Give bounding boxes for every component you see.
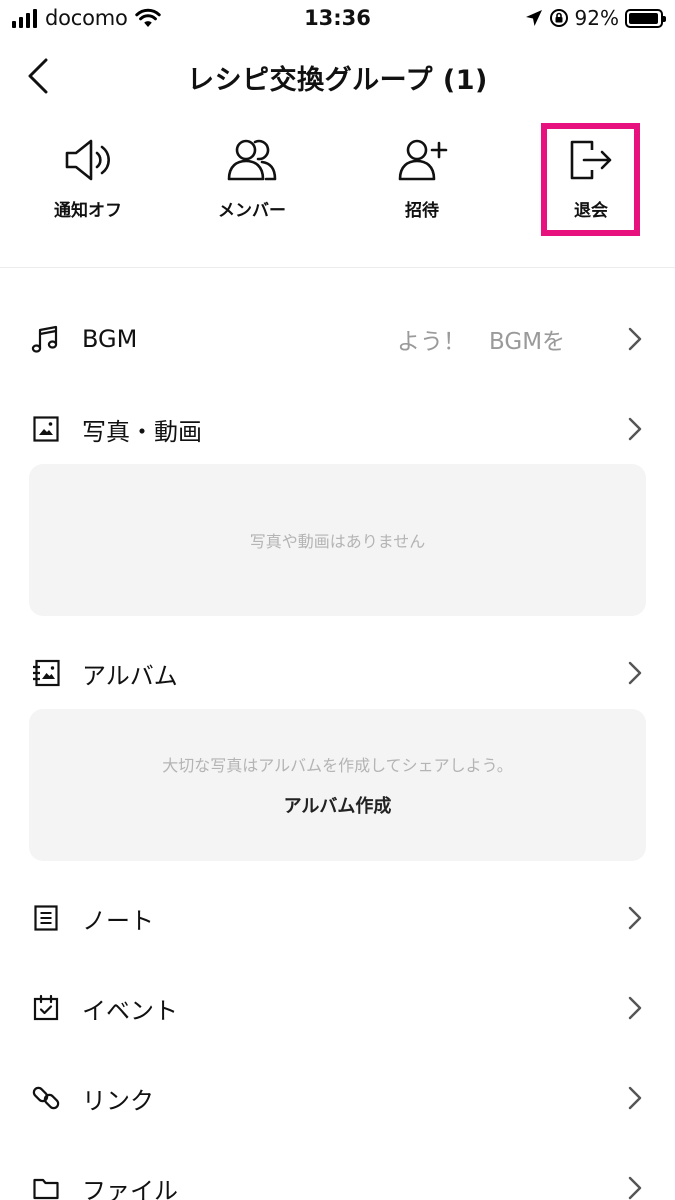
notification-off-label: 通知オフ [54,201,122,221]
menu-item-links[interactable]: リンク [0,1063,675,1133]
header: レシピ交換グループ (1) [0,40,675,112]
events-label: イベント [82,996,178,1025]
bgm-value: よう！ BGMを [397,329,566,355]
music-note-icon [30,323,62,355]
notes-label: ノート [82,906,154,935]
status-bar: docomo 13:36 92% [0,0,675,38]
location-arrow-icon [525,10,542,26]
links-label: リンク [82,1086,154,1115]
invite-button[interactable]: 招待 [337,122,507,240]
create-album-button[interactable]: アルバム作成 [284,792,392,818]
photo-icon [30,413,62,445]
menu-item-files[interactable]: ファイル [0,1153,675,1200]
leave-label: 退会 [574,201,608,221]
menu-item-photos[interactable]: 写真・動画 [0,394,675,464]
folder-icon [30,1172,62,1200]
menu-item-bgm[interactable]: BGM よう！ BGMを [0,304,675,374]
album-label: アルバム [82,661,178,690]
chevron-right-icon [625,325,645,353]
menu-item-events[interactable]: イベント [0,973,675,1043]
chevron-right-icon [625,415,645,443]
photos-label: 写真・動画 [82,417,202,446]
album-empty-card: 大切な写真はアルバムを作成してシェアしよう。 アルバム作成 [29,709,646,861]
add-user-icon [398,139,448,181]
leave-icon [570,140,612,180]
note-icon [30,902,62,934]
action-row: 通知オフ メンバー 招待 退会 [0,122,675,242]
divider [0,267,675,268]
chevron-right-icon [625,659,645,687]
page-title: レシピ交換グループ (1) [187,65,488,96]
menu-item-notes[interactable]: ノート [0,883,675,953]
status-right: 92% [525,6,666,30]
calendar-check-icon [30,992,62,1024]
bgm-label: BGM [82,325,138,353]
battery-percentage: 92% [574,6,619,30]
leave-button[interactable]: 退会 [506,122,675,240]
rotation-lock-icon [549,9,568,27]
photos-empty-card: 写真や動画はありません [29,464,646,616]
members-label: メンバー [218,201,286,221]
battery-icon [625,8,666,28]
photos-empty-text: 写真や動画はありません [249,532,426,551]
chevron-right-icon [625,904,645,932]
notification-off-button[interactable]: 通知オフ [3,122,173,240]
chevron-right-icon [625,994,645,1022]
files-label: ファイル [82,1176,178,1200]
members-icon [227,139,277,181]
chevron-right-icon [625,1174,645,1200]
chevron-right-icon [625,1084,645,1112]
invite-label: 招待 [405,201,439,221]
link-icon [30,1082,62,1114]
members-button[interactable]: メンバー [167,122,337,240]
album-empty-text: 大切な写真はアルバムを作成してシェアしよう。 [162,756,513,775]
speaker-icon [65,139,110,181]
album-icon [30,657,62,689]
menu-item-album[interactable]: アルバム [0,638,675,708]
